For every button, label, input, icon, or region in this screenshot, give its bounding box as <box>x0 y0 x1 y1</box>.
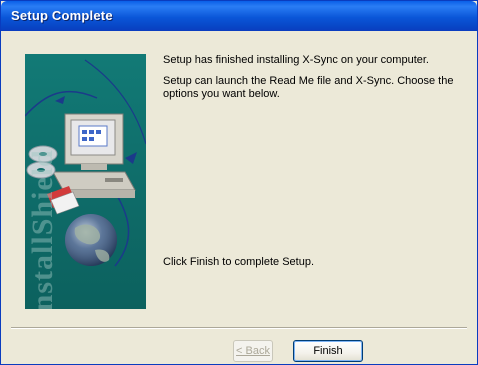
launch-options-message: Setup can launch the Read Me file and X-… <box>163 75 454 100</box>
banner-brand-text: InstallShield <box>26 149 59 309</box>
button-divider <box>11 327 467 329</box>
back-button[interactable]: < Back <box>233 340 273 362</box>
title-bar[interactable]: Setup Complete <box>1 1 477 31</box>
setup-dialog-window: Setup Complete InstallShield Setup has f… <box>0 0 478 365</box>
click-finish-message: Click Finish to complete Setup. <box>163 256 315 268</box>
window-title: Setup Complete <box>11 8 113 23</box>
setup-finished-message: Setup has finished installing X-Sync on … <box>163 54 429 66</box>
finish-button[interactable]: Finish <box>293 340 363 362</box>
installshield-banner: InstallShield <box>25 54 146 309</box>
